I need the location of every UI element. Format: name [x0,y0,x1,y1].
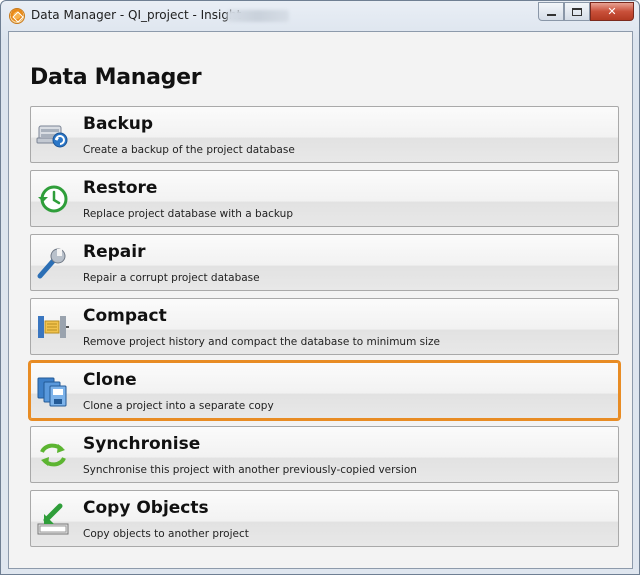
maximize-button[interactable] [564,2,590,21]
item-description: Clone a project into a separate copy [83,400,274,412]
app-logo-icon [9,8,25,24]
item-description: Replace project database with a backup [83,208,294,220]
app-window: Data Manager - QI_project - Insight ✕ Da… [0,0,640,575]
item-description: Copy objects to another project [83,528,249,540]
caption-buttons: ✕ [538,2,634,22]
close-icon: ✕ [607,5,617,18]
title-bar[interactable]: Data Manager - QI_project - Insight ✕ [1,1,639,31]
window-title: Data Manager - QI_project - Insight [31,8,242,22]
minimize-button[interactable] [538,2,564,21]
client-area: Data Manager Backup Create a backup of t… [8,31,633,569]
item-label: Restore [83,178,158,198]
copy-objects-button[interactable]: Copy Objects Copy objects to another pro… [30,490,619,547]
redacted-title-segment [227,10,289,22]
repair-button[interactable]: Repair Repair a corrupt project database [30,234,619,291]
item-label: Compact [83,306,167,326]
restore-button[interactable]: Restore Replace project database with a … [30,170,619,227]
item-label: Synchronise [83,434,201,454]
compact-button[interactable]: Compact Remove project history and compa… [30,298,619,355]
copy-objects-icon [37,503,69,535]
backup-icon [36,125,68,148]
sync-icon [40,443,66,467]
item-label: Backup [83,114,154,134]
item-description: Repair a corrupt project database [83,272,260,284]
clone-button[interactable]: Clone Clone a project into a separate co… [30,362,619,419]
wrench-icon [37,248,66,279]
clone-icon [37,377,67,407]
synchronise-button[interactable]: Synchronise Synchronise this project wit… [30,426,619,483]
compact-icon [38,316,69,338]
minimize-icon [546,13,556,16]
restore-icon [38,185,68,213]
page-title: Data Manager [30,65,202,90]
item-description: Synchronise this project with another pr… [83,464,417,476]
backup-button[interactable]: Backup Create a backup of the project da… [30,106,619,163]
item-description: Create a backup of the project database [83,144,295,156]
maximize-icon [572,7,582,16]
item-description: Remove project history and compact the d… [83,336,441,348]
item-label: Copy Objects [83,498,209,518]
item-label: Repair [83,242,146,262]
close-button[interactable]: ✕ [590,2,634,21]
item-label: Clone [83,370,137,390]
